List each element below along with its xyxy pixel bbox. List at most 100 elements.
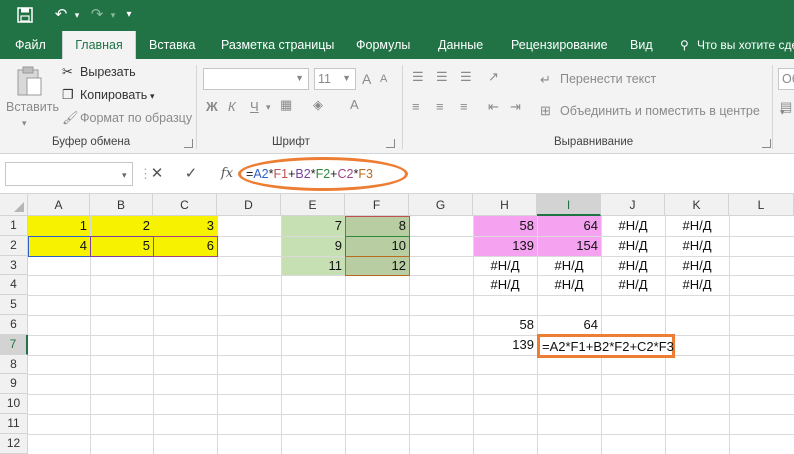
- grow-font-icon[interactable]: A: [362, 71, 371, 87]
- cell-h3[interactable]: #Н/Д: [473, 256, 537, 275]
- column-header-g[interactable]: G: [409, 194, 473, 216]
- cell-c1[interactable]: 3: [153, 216, 217, 235]
- cut-label[interactable]: Вырезать: [80, 65, 136, 79]
- cell-a1[interactable]: 1: [28, 216, 90, 235]
- row-header-8[interactable]: 8: [0, 354, 28, 375]
- cell-j1[interactable]: #Н/Д: [601, 216, 665, 235]
- tell-me-icon[interactable]: ⚲: [680, 31, 689, 59]
- cell-k1[interactable]: #Н/Д: [665, 216, 729, 235]
- active-cell-i7[interactable]: =A2*F1+B2*F2+C2*F3: [537, 334, 675, 358]
- column-header-e[interactable]: E: [281, 194, 345, 216]
- save-icon[interactable]: [14, 4, 36, 26]
- align-left-icon[interactable]: ≡: [412, 99, 420, 115]
- cell-i1[interactable]: 64: [537, 216, 601, 235]
- wrap-text-icon[interactable]: ↵: [540, 72, 551, 88]
- cell-i2[interactable]: 154: [537, 236, 601, 255]
- cell-c2[interactable]: 6: [153, 236, 217, 255]
- paste-dropdown-icon[interactable]: ▾: [22, 115, 27, 131]
- cell-i6[interactable]: 64: [537, 315, 601, 334]
- row-header-9[interactable]: 9: [0, 374, 28, 395]
- cell-f3[interactable]: 12: [345, 256, 409, 275]
- column-header-f[interactable]: F: [345, 194, 409, 216]
- borders-icon[interactable]: ▦: [280, 97, 292, 113]
- tell-me-search[interactable]: Что вы хотите сде: [697, 31, 794, 59]
- alignment-launcher-icon[interactable]: [762, 139, 771, 148]
- row-header-5[interactable]: 5: [0, 295, 28, 315]
- font-size-combo[interactable]: 11 ▼: [314, 68, 356, 90]
- tab-page-layout[interactable]: Разметка страницы: [221, 31, 334, 59]
- row-header-12[interactable]: 12: [0, 433, 28, 454]
- cell-j2[interactable]: #Н/Д: [601, 236, 665, 255]
- cell-b1[interactable]: 2: [90, 216, 153, 235]
- align-center-icon[interactable]: ≡: [436, 99, 444, 115]
- row-header-4[interactable]: 4: [0, 275, 28, 296]
- font-name-combo[interactable]: ▼: [203, 68, 309, 90]
- cell-k3[interactable]: #Н/Д: [665, 256, 729, 275]
- tab-view[interactable]: Вид: [630, 31, 653, 59]
- row-header-10[interactable]: 10: [0, 394, 28, 414]
- cell-k4[interactable]: #Н/Д: [665, 275, 729, 294]
- row-header-11[interactable]: 11: [0, 414, 28, 434]
- tab-review[interactable]: Рецензирование: [511, 31, 608, 59]
- row-header-3[interactable]: 3: [0, 255, 28, 276]
- cut-icon[interactable]: ✂: [62, 64, 73, 80]
- cell-h2[interactable]: 139: [473, 236, 537, 255]
- select-all-button[interactable]: [0, 194, 28, 216]
- cell-j3[interactable]: #Н/Д: [601, 256, 665, 275]
- cell-f1[interactable]: 8: [345, 216, 409, 235]
- cell-k2[interactable]: #Н/Д: [665, 236, 729, 255]
- merge-center-label[interactable]: Объединить и поместить в центре: [560, 104, 760, 118]
- bold-button[interactable]: Ж: [206, 99, 218, 114]
- paste-label[interactable]: Вставить: [6, 100, 59, 114]
- format-painter-icon[interactable]: 🖌: [62, 110, 79, 126]
- row-header-2[interactable]: 2: [0, 235, 28, 256]
- copy-icon[interactable]: ❐: [62, 87, 74, 103]
- insert-function-button[interactable]: fx: [216, 163, 238, 185]
- column-header-b[interactable]: B: [90, 194, 153, 216]
- cell-h7[interactable]: 139: [473, 335, 537, 354]
- align-bottom-icon[interactable]: ☰: [460, 69, 472, 85]
- tab-data[interactable]: Данные: [438, 31, 483, 59]
- clipboard-launcher-icon[interactable]: [184, 139, 193, 148]
- copy-dropdown-icon[interactable]: ▾: [150, 88, 155, 104]
- align-middle-icon[interactable]: ☰: [436, 69, 448, 85]
- font-color-icon[interactable]: A: [350, 97, 359, 113]
- tab-formulas[interactable]: Формулы: [356, 31, 410, 59]
- worksheet-grid[interactable]: A B C D E F G H I J K L 1 2 3 4 5 6 7 8 9 10 11 12 1 2 3 4 5 6 7 8 9 10 11…: [0, 194, 794, 454]
- fill-color-icon[interactable]: ◈: [313, 97, 323, 113]
- tab-home[interactable]: Главная: [62, 31, 136, 59]
- align-top-icon[interactable]: ☰: [412, 69, 424, 85]
- row-header-6[interactable]: 6: [0, 315, 28, 335]
- column-header-l[interactable]: L: [729, 194, 794, 216]
- paste-icon[interactable]: [14, 65, 44, 97]
- cell-h6[interactable]: 58: [473, 315, 537, 334]
- currency-icon[interactable]: ▤: [780, 99, 792, 115]
- underline-button[interactable]: Ч: [250, 99, 259, 114]
- formula-input[interactable]: =A2*F1+B2*F2+C2*F3: [246, 163, 373, 185]
- cell-j4[interactable]: #Н/Д: [601, 275, 665, 294]
- font-launcher-icon[interactable]: [386, 139, 395, 148]
- merge-center-icon[interactable]: ⊞: [540, 103, 551, 119]
- increase-indent-icon[interactable]: ⇥: [510, 99, 521, 115]
- column-header-j[interactable]: J: [601, 194, 665, 216]
- cell-a2[interactable]: 4: [28, 236, 90, 255]
- row-header-1[interactable]: 1: [0, 216, 28, 236]
- column-header-i[interactable]: I: [537, 194, 601, 216]
- decrease-indent-icon[interactable]: ⇤: [488, 99, 499, 115]
- number-format-combo[interactable]: Об: [778, 68, 794, 90]
- cell-h4[interactable]: #Н/Д: [473, 275, 537, 294]
- cell-e3[interactable]: 11: [281, 256, 345, 275]
- column-header-a[interactable]: A: [28, 194, 90, 216]
- orientation-icon[interactable]: ↗: [488, 69, 499, 85]
- column-header-c[interactable]: C: [153, 194, 217, 216]
- column-header-k[interactable]: K: [665, 194, 729, 216]
- enter-formula-button[interactable]: ✓: [180, 163, 202, 185]
- cell-e2[interactable]: 9: [281, 236, 345, 255]
- format-painter-label[interactable]: Формат по образцу: [80, 111, 192, 125]
- column-header-d[interactable]: D: [217, 194, 281, 216]
- cell-e1[interactable]: 7: [281, 216, 345, 235]
- customize-qat-icon[interactable]: ▾: [118, 4, 140, 26]
- cell-h1[interactable]: 58: [473, 216, 537, 235]
- tab-file[interactable]: Файл: [15, 31, 46, 59]
- tab-insert[interactable]: Вставка: [149, 31, 195, 59]
